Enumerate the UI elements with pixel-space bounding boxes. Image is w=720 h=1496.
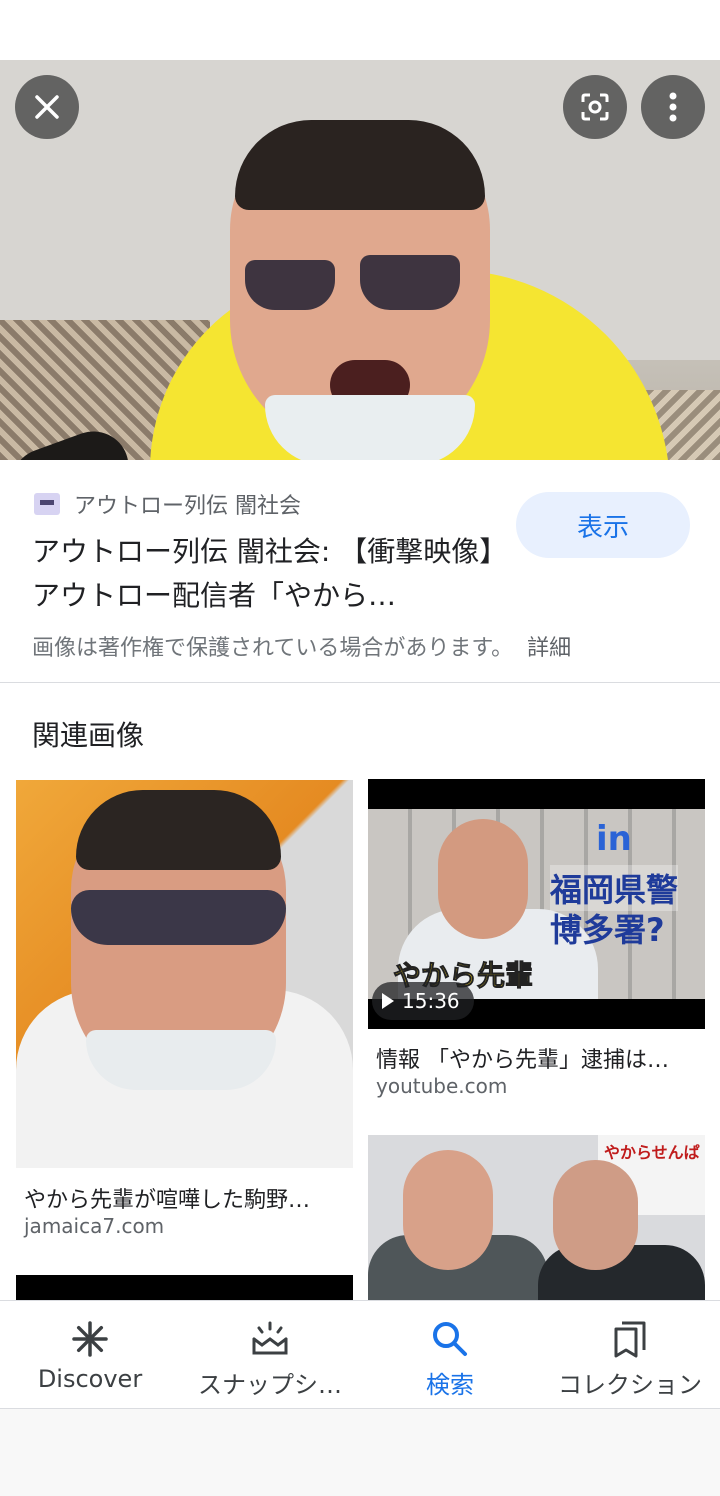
thumbnail-overlay-text: 博多署? bbox=[550, 911, 665, 949]
related-item-domain: jamaica7.com bbox=[24, 1214, 165, 1238]
related-item-title[interactable]: 情報 「やから先輩」逮捕は… bbox=[376, 1042, 669, 1074]
related-thumbnail[interactable]: やからせんぱい。 bbox=[368, 1135, 705, 1300]
asterisk-icon bbox=[70, 1319, 110, 1359]
related-thumbnail[interactable] bbox=[16, 1275, 353, 1300]
nav-search[interactable]: 検索 bbox=[360, 1301, 540, 1408]
lens-search-button[interactable] bbox=[563, 75, 627, 139]
divider bbox=[0, 682, 720, 683]
close-button[interactable] bbox=[15, 75, 79, 139]
snapshot-icon bbox=[250, 1319, 290, 1359]
related-item-domain: youtube.com bbox=[376, 1074, 508, 1098]
nav-snapshot[interactable]: スナップシ… bbox=[180, 1301, 360, 1408]
nav-label: スナップシ… bbox=[198, 1371, 342, 1399]
show-button[interactable]: 表示 bbox=[516, 492, 690, 558]
duration-text: 15:36 bbox=[402, 989, 460, 1013]
play-icon bbox=[382, 993, 394, 1009]
system-area bbox=[0, 1408, 720, 1496]
bottom-navigation: Discover スナップシ… 検索 コレクション bbox=[0, 1300, 720, 1408]
copyright-notice: 画像は著作権で保護されている場合があります。 詳細 bbox=[32, 630, 571, 662]
bookmarks-icon bbox=[610, 1319, 650, 1359]
close-icon bbox=[35, 95, 59, 119]
nav-label: Discover bbox=[37, 1365, 143, 1393]
related-thumbnail[interactable] bbox=[16, 780, 353, 1168]
image-viewer-page: アウトロー列伝 闇社会 アウトロー列伝 闇社会: 【衝撃映像】アウトロー配信者「… bbox=[0, 0, 720, 1496]
detail-link[interactable]: 詳細 bbox=[527, 636, 571, 661]
nav-collections[interactable]: コレクション bbox=[540, 1301, 720, 1408]
source-row[interactable]: アウトロー列伝 闇社会 bbox=[34, 488, 301, 520]
more-options-button[interactable] bbox=[641, 75, 705, 139]
nav-discover[interactable]: Discover bbox=[0, 1301, 180, 1408]
source-name: アウトロー列伝 闇社会 bbox=[74, 494, 301, 519]
copyright-text: 画像は著作権で保護されている場合があります。 bbox=[32, 636, 514, 661]
nav-label: 検索 bbox=[426, 1371, 474, 1399]
search-icon bbox=[430, 1319, 470, 1359]
nav-label: コレクション bbox=[558, 1371, 702, 1399]
site-favicon-icon bbox=[34, 493, 60, 515]
more-vert-icon bbox=[669, 92, 677, 122]
video-duration-badge: 15:36 bbox=[372, 982, 474, 1020]
lens-icon bbox=[581, 93, 609, 121]
result-title[interactable]: アウトロー列伝 闇社会: 【衝撃映像】アウトロー配信者「やから… bbox=[32, 530, 502, 618]
related-images-heading: 関連画像 bbox=[32, 719, 145, 752]
thumbnail-overlay-text: in bbox=[596, 819, 632, 859]
related-item-title[interactable]: やから先輩が喧嘩した駒野… bbox=[24, 1182, 310, 1214]
